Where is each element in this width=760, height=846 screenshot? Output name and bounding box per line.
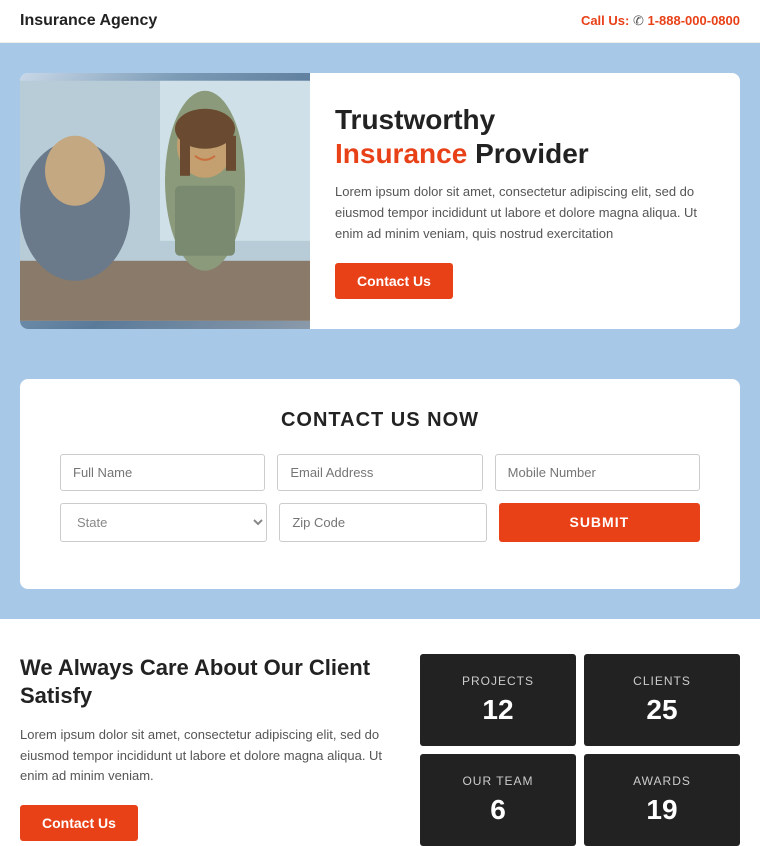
site-logo: Insurance Agency xyxy=(20,12,157,30)
stats-description: Lorem ipsum dolor sit amet, consectetur … xyxy=(20,725,390,787)
contact-form-card: CONTACT US NOW State Alabama California … xyxy=(20,379,740,589)
form-title: CONTACT US NOW xyxy=(60,409,700,432)
hero-content: Trustworthy Insurance Provider Lorem ips… xyxy=(310,73,740,329)
stat-label-clients: CLIENTS xyxy=(594,674,730,688)
stats-title: We Always Care About Our Client Satisfy xyxy=(20,654,390,711)
hero-card: Trustworthy Insurance Provider Lorem ips… xyxy=(20,73,740,329)
stat-label-awards: AWARDS xyxy=(594,774,730,788)
hero-contact-us-button[interactable]: Contact Us xyxy=(335,263,453,299)
stat-label-team: OUR TEAM xyxy=(430,774,566,788)
stats-section: We Always Care About Our Client Satisfy … xyxy=(0,619,760,846)
stat-value-clients: 25 xyxy=(594,694,730,726)
header: Insurance Agency Call Us: ✆ 1-888-000-08… xyxy=(0,0,760,43)
stat-value-awards: 19 xyxy=(594,794,730,826)
stat-card-awards: AWARDS 19 xyxy=(584,754,740,846)
hero-image xyxy=(20,73,310,329)
hero-section: Trustworthy Insurance Provider Lorem ips… xyxy=(0,43,760,359)
hero-title-orange: Insurance xyxy=(335,138,467,169)
hero-description: Lorem ipsum dolor sit amet, consectetur … xyxy=(335,182,710,244)
stat-card-clients: CLIENTS 25 xyxy=(584,654,740,746)
stat-card-projects: PROJECTS 12 xyxy=(420,654,576,746)
phone-number[interactable]: 1-888-000-0800 xyxy=(647,13,740,28)
submit-button[interactable]: SUBMIT xyxy=(499,503,700,542)
stat-label-projects: PROJECTS xyxy=(430,674,566,688)
call-label: Call Us: xyxy=(581,13,629,28)
stat-value-team: 6 xyxy=(430,794,566,826)
zip-input[interactable] xyxy=(279,503,486,542)
stat-value-projects: 12 xyxy=(430,694,566,726)
hero-title: Trustworthy Insurance Provider xyxy=(335,103,710,170)
email-input[interactable] xyxy=(277,454,482,491)
stats-left: We Always Care About Our Client Satisfy … xyxy=(20,654,420,846)
form-row-1 xyxy=(60,454,700,491)
contact-form-section: CONTACT US NOW State Alabama California … xyxy=(0,359,760,619)
mobile-input[interactable] xyxy=(495,454,700,491)
stat-card-team: OUR TEAM 6 xyxy=(420,754,576,846)
state-select[interactable]: State Alabama California New York Texas … xyxy=(60,503,267,542)
header-phone: Call Us: ✆ 1-888-000-0800 xyxy=(581,13,740,29)
stats-grid: PROJECTS 12 CLIENTS 25 OUR TEAM 6 AWARDS… xyxy=(420,654,740,846)
full-name-input[interactable] xyxy=(60,454,265,491)
stats-contact-us-button[interactable]: Contact Us xyxy=(20,805,138,841)
form-row-2: State Alabama California New York Texas … xyxy=(60,503,700,542)
